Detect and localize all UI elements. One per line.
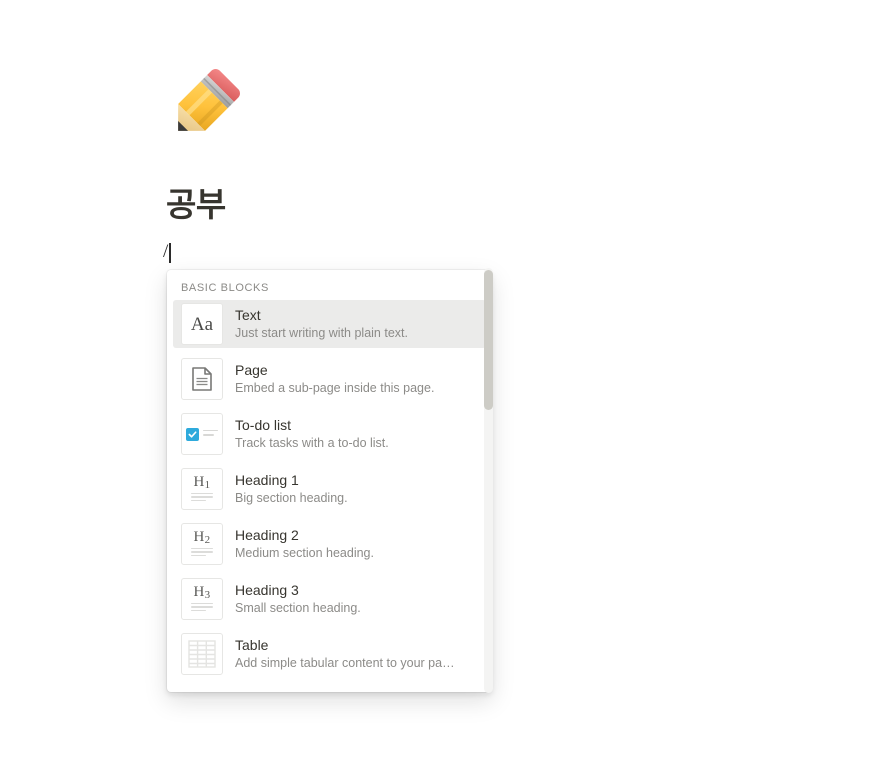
menu-item-labels: Table Add simple tabular content to your… — [235, 636, 455, 672]
slash-command-menu[interactable]: BASIC BLOCKS Aa Text Just start writing … — [167, 270, 492, 692]
table-grid-icon — [181, 633, 223, 675]
menu-item-list: Aa Text Just start writing with plain te… — [167, 300, 492, 692]
menu-item-description: Track tasks with a to-do list. — [235, 436, 389, 450]
menu-item-heading-3[interactable]: H3 Heading 3 Small section heading. — [173, 575, 486, 623]
menu-item-labels: Page Embed a sub-page inside this page. — [235, 361, 434, 397]
menu-item-title: Text — [235, 307, 261, 323]
menu-item-title: To-do list — [235, 417, 292, 433]
menu-item-todo-list[interactable]: To-do list Track tasks with a to-do list… — [173, 410, 486, 458]
menu-item-title: Heading 2 — [235, 527, 299, 543]
menu-item-heading-1[interactable]: H1 Heading 1 Big section heading. — [173, 465, 486, 513]
menu-item-text[interactable]: Aa Text Just start writing with plain te… — [173, 300, 486, 348]
menu-item-labels: Heading 1 Big section heading. — [235, 471, 348, 507]
todo-lines-icon — [203, 429, 218, 439]
menu-item-title: Page — [235, 362, 268, 378]
page-document-icon — [181, 358, 223, 400]
heading-1-icon: H1 — [181, 468, 223, 510]
todo-checkbox-icon — [181, 413, 223, 455]
menu-item-description: Medium section heading. — [235, 546, 374, 560]
menu-item-title: Heading 3 — [235, 582, 299, 598]
menu-item-labels: Heading 2 Medium section heading. — [235, 526, 374, 562]
heading-3-icon: H3 — [181, 578, 223, 620]
menu-item-description: Embed a sub-page inside this page. — [235, 381, 435, 395]
heading-2-icon: H2 — [181, 523, 223, 565]
menu-item-description: Just start writing with plain text. — [235, 326, 408, 340]
menu-item-labels: To-do list Track tasks with a to-do list… — [235, 416, 389, 452]
page-body-block[interactable]: / — [163, 241, 171, 265]
menu-item-heading-2[interactable]: H2 Heading 2 Medium section heading. — [173, 520, 486, 568]
text-aa-icon: Aa — [181, 303, 223, 345]
pencil-icon[interactable] — [163, 62, 247, 146]
menu-scrollbar-thumb[interactable] — [484, 270, 493, 410]
menu-item-title: Heading 1 — [235, 472, 299, 488]
menu-item-table[interactable]: Table Add simple tabular content to your… — [173, 630, 486, 678]
menu-scrollbar-track[interactable] — [484, 268, 493, 693]
document-page: 공부 / BASIC BLOCKS Aa Text Just start wri… — [0, 0, 887, 779]
slash-command-text: / — [163, 241, 169, 262]
menu-item-labels: Heading 3 Small section heading. — [235, 581, 361, 617]
text-caret — [169, 243, 171, 263]
menu-item-labels: Text Just start writing with plain text. — [235, 306, 408, 342]
menu-section-header: BASIC BLOCKS — [181, 282, 269, 294]
menu-item-title: Table — [235, 637, 269, 653]
menu-item-description: Small section heading. — [235, 601, 361, 615]
menu-item-page[interactable]: Page Embed a sub-page inside this page. — [173, 355, 486, 403]
menu-item-description: Big section heading. — [235, 491, 348, 505]
menu-item-description: Add simple tabular content to your pa… — [235, 656, 455, 670]
page-title[interactable]: 공부 — [166, 185, 226, 225]
